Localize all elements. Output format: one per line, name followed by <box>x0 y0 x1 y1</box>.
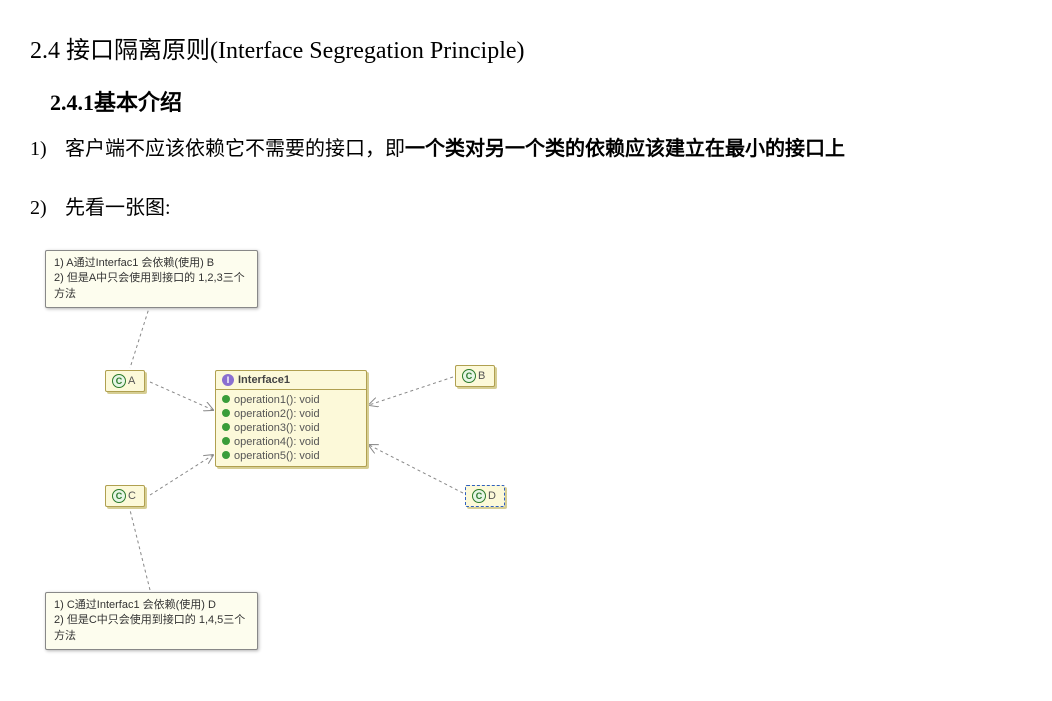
class-box-a: CA <box>105 370 145 392</box>
uml-diagram: 1) A通过Interfac1 会依赖(使用) B 2) 但是A中只会使用到接口… <box>45 250 545 650</box>
note-line: 1) C通过Interfac1 会依赖(使用) D <box>54 598 249 613</box>
public-method-icon <box>222 409 230 417</box>
class-label: A <box>128 375 135 387</box>
operation-row: operation2(): void <box>222 407 360 421</box>
class-icon: C <box>112 374 126 388</box>
operations-list: operation1(): void operation2(): void op… <box>216 390 366 466</box>
interface-title: Interface1 <box>238 374 290 386</box>
note-line: 2) 但是A中只会使用到接口的 1,2,3三个方法 <box>54 271 249 302</box>
list-item-2: 2) 先看一张图: <box>30 191 1022 220</box>
operation-label: operation2(): void <box>234 408 320 420</box>
operation-label: operation3(): void <box>234 422 320 434</box>
operation-row: operation1(): void <box>222 393 360 407</box>
operation-label: operation5(): void <box>234 450 320 462</box>
public-method-icon <box>222 395 230 403</box>
operation-label: operation4(): void <box>234 436 320 448</box>
operation-row: operation3(): void <box>222 421 360 435</box>
class-icon: C <box>112 489 126 503</box>
class-box-d: CD <box>465 485 505 507</box>
class-label: B <box>478 370 485 382</box>
operation-row: operation4(): void <box>222 435 360 449</box>
class-icon: C <box>462 369 476 383</box>
class-label: C <box>128 490 136 502</box>
class-label: D <box>488 490 496 502</box>
public-method-icon <box>222 423 230 431</box>
class-icon: C <box>472 489 486 503</box>
class-box-c: CC <box>105 485 145 507</box>
interface-title-row: I Interface1 <box>216 371 366 390</box>
interface-box: I Interface1 operation1(): void operation… <box>215 370 367 467</box>
section-heading: 2.4 接口隔离原则(Interface Segregation Princip… <box>30 30 1022 65</box>
interface-icon: I <box>222 374 234 386</box>
list-number: 1) <box>30 138 60 161</box>
public-method-icon <box>222 451 230 459</box>
note-line: 1) A通过Interfac1 会依赖(使用) B <box>54 256 249 271</box>
list-item-1: 1) 客户端不应该依赖它不需要的接口，即一个类对另一个类的依赖应该建立在最小的接… <box>30 132 1022 161</box>
note-box-bottom: 1) C通过Interfac1 会依赖(使用) D 2) 但是C中只会使用到接口… <box>45 592 258 650</box>
class-box-b: CB <box>455 365 495 387</box>
subsection-heading: 2.4.1基本介绍 <box>50 85 1022 117</box>
item2-text: 先看一张图: <box>65 197 171 219</box>
list-number: 2) <box>30 197 60 220</box>
note-line: 2) 但是C中只会使用到接口的 1,4,5三个方法 <box>54 613 249 644</box>
operation-row: operation5(): void <box>222 449 360 463</box>
public-method-icon <box>222 437 230 445</box>
item1-text-plain: 客户端不应该依赖它不需要的接口，即 <box>65 138 405 160</box>
item1-text-bold: 一个类对另一个类的依赖应该建立在最小的接口上 <box>405 138 845 160</box>
note-box-top: 1) A通过Interfac1 会依赖(使用) B 2) 但是A中只会使用到接口… <box>45 250 258 308</box>
operation-label: operation1(): void <box>234 394 320 406</box>
